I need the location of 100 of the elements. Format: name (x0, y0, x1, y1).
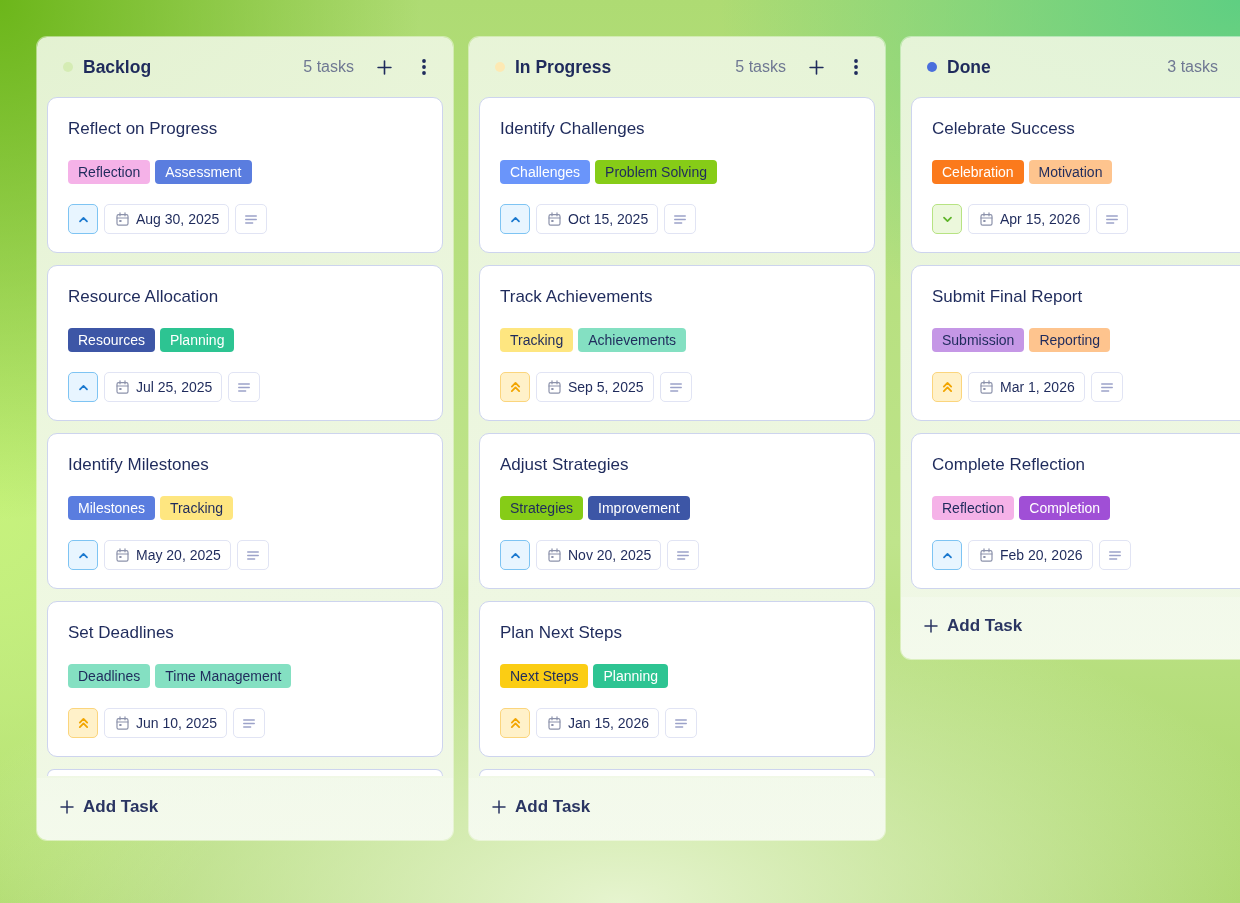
notes-button[interactable] (228, 372, 261, 402)
task-card[interactable]: Reflect on Progress Reflection Assessment Aug 30, 2025 (47, 97, 443, 253)
chevron-up-icon (77, 551, 89, 559)
priority-button[interactable] (68, 540, 98, 570)
plus-icon (924, 619, 938, 633)
task-card[interactable]: Identify Challenges Challenges Problem Solving Oct 15, 2025 (479, 97, 875, 253)
text-lines-icon (677, 550, 690, 560)
calendar-icon (116, 380, 129, 394)
notes-button[interactable] (236, 540, 269, 570)
card-title: Celebrate Success (932, 118, 1076, 140)
priority-button[interactable] (932, 540, 962, 570)
plus-icon (808, 59, 824, 75)
date-button[interactable]: Oct 15, 2025 (536, 204, 659, 234)
chevron-up-icon (77, 383, 89, 391)
notes-button[interactable] (664, 708, 697, 738)
date-button[interactable]: Apr 15, 2026 (968, 204, 1091, 234)
notes-button[interactable] (1090, 372, 1123, 402)
plus-icon (492, 800, 506, 814)
task-card[interactable]: Track Achievements Tracking Achievements Sep 5, 2025 (479, 265, 875, 421)
tag: Motivation (1028, 160, 1113, 184)
tag: Next Steps (500, 664, 589, 688)
notes-button[interactable] (1098, 540, 1131, 570)
priority-button[interactable] (68, 708, 98, 738)
date-button[interactable]: Feb 20, 2026 (968, 540, 1093, 570)
add-task-button[interactable]: Add Task (60, 797, 159, 817)
text-lines-icon (245, 214, 258, 224)
date-button[interactable]: Jul 25, 2025 (104, 372, 223, 402)
chevron-up-icon (941, 551, 953, 559)
chevron-down-icon (941, 215, 953, 223)
task-card[interactable]: Identify Milestones Milestones Tracking May 20, 2025 (47, 433, 443, 589)
priority-button[interactable] (68, 204, 98, 234)
calendar-icon (116, 716, 129, 730)
column-title: In Progress (515, 56, 612, 78)
date-button[interactable]: Mar 1, 2026 (968, 372, 1085, 402)
task-card[interactable]: Plan Next Steps Next Steps Planning Jan 15, 2026 (479, 601, 875, 757)
tag: Achievements (578, 328, 687, 352)
tag: Assessment (155, 160, 252, 184)
priority-button[interactable] (500, 204, 530, 234)
priority-button[interactable] (500, 372, 530, 402)
text-lines-icon (246, 550, 259, 560)
date-button[interactable]: Jun 10, 2025 (104, 708, 227, 738)
tag: Tracking (500, 328, 574, 352)
date-button[interactable]: Aug 30, 2025 (104, 204, 230, 234)
task-card[interactable]: Submit Final Report Submission Reporting Mar 1, 2026 (911, 265, 1240, 421)
notes-button[interactable] (664, 204, 697, 234)
tag: Deadlines (68, 664, 151, 688)
tag: Problem Solving (595, 160, 717, 184)
tag: Planning (159, 328, 235, 352)
double-chevron-up-icon (941, 381, 953, 393)
tag: Planning (593, 664, 668, 688)
chevron-up-icon (77, 215, 89, 223)
notes-button[interactable] (659, 372, 692, 402)
task-card[interactable]: Adjust Strategies Strategies Improvement Nov 20, 2025 (479, 433, 875, 589)
text-lines-icon (238, 382, 251, 392)
card-title: Submit Final Report (932, 286, 1084, 308)
date-button[interactable]: Sep 5, 2025 (536, 372, 654, 402)
priority-button[interactable] (500, 708, 530, 738)
calendar-icon (548, 548, 561, 562)
plus-icon (376, 59, 392, 75)
column-title: Done (947, 56, 991, 78)
notes-button[interactable] (667, 540, 700, 570)
priority-button[interactable] (932, 372, 962, 402)
task-card[interactable]: Celebrate Success Celebration Motivation Apr 15, 2026 (911, 97, 1240, 253)
calendar-icon (116, 212, 129, 226)
text-lines-icon (1100, 382, 1113, 392)
double-chevron-up-icon (509, 381, 521, 393)
add-task-button[interactable]: Add Task (492, 797, 591, 817)
tag: Reporting (1029, 328, 1111, 352)
chevron-up-icon (509, 551, 521, 559)
task-card[interactable]: Resource Allocation Resources Planning Jul 25, 2025 (47, 265, 443, 421)
add-task-button[interactable]: Add Task (924, 616, 1023, 636)
date-button[interactable]: Nov 20, 2025 (536, 540, 662, 570)
task-count: 5 tasks (303, 58, 354, 76)
task-count: 3 tasks (1167, 58, 1218, 76)
date-button[interactable]: Jan 15, 2026 (536, 708, 659, 738)
notes-button[interactable] (232, 708, 265, 738)
vertical-dots-icon (854, 59, 858, 75)
notes-button[interactable] (1096, 204, 1129, 234)
tag: Submission (932, 328, 1025, 352)
tag: Improvement (588, 496, 690, 520)
task-card[interactable]: Set Deadlines Deadlines Time Management Jun 10, 2025 (47, 601, 443, 757)
calendar-icon (980, 380, 993, 394)
notes-button[interactable] (235, 204, 268, 234)
tag: Completion (1019, 496, 1111, 520)
tag: Reflection (68, 160, 151, 184)
priority-button[interactable] (68, 372, 98, 402)
plus-icon (60, 800, 74, 814)
tag: Time Management (155, 664, 292, 688)
task-card[interactable]: Complete Reflection Reflection Completion Feb 20, 2026 (911, 433, 1240, 589)
card-title: Plan Next Steps (500, 622, 623, 644)
date-button[interactable]: May 20, 2025 (104, 540, 231, 570)
priority-button[interactable] (932, 204, 962, 234)
tag: Milestones (68, 496, 155, 520)
double-chevron-up-icon (509, 717, 521, 729)
column-title: Backlog (83, 56, 152, 78)
card-title: Adjust Strategies (500, 454, 630, 476)
calendar-icon (116, 548, 129, 562)
card-title: Complete Reflection (932, 454, 1087, 476)
text-lines-icon (242, 718, 255, 728)
priority-button[interactable] (500, 540, 530, 570)
